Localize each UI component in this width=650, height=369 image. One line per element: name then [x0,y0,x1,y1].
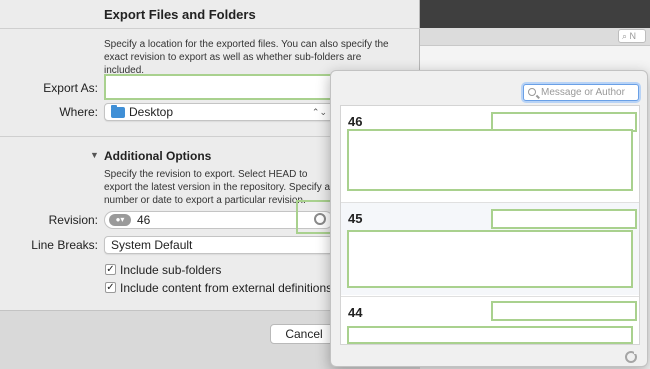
revision-number: 45 [348,211,363,226]
revision-label: Revision: [48,213,98,227]
include-subfolders-checkbox[interactable]: ✓ [105,264,116,275]
clock-icon [314,213,326,225]
include-subfolders-label: Include sub-folders [120,263,222,277]
where-value: Desktop [129,105,174,119]
background-titlebar [418,0,650,28]
background-search-placeholder: N [629,31,637,41]
search-icon [528,88,536,96]
revision-message [347,230,633,288]
line-breaks-popup[interactable]: System Default [104,236,334,254]
revision-number: 44 [348,305,363,320]
revision-message [347,129,633,191]
background-search-field[interactable]: ⌕ N [618,29,646,43]
title-divider [0,28,420,29]
export-as-label: Export As: [43,81,98,95]
revision-message [347,326,633,344]
chevron-updown-icon: ⌃⌄ [311,107,327,117]
where-popup[interactable]: Desktop ⌃⌄ [104,103,334,121]
revision-author [491,209,637,229]
line-breaks-value: System Default [111,238,193,252]
folder-icon [111,105,125,118]
revision-value: 46 [137,213,151,227]
background-toolbar [418,28,650,46]
revision-row[interactable]: 46 [341,106,639,202]
revision-list: 46 45 44 [340,105,640,345]
cancel-button[interactable]: Cancel [270,324,338,344]
revision-row[interactable]: 45 [341,203,639,295]
revision-row[interactable]: 44 [341,297,639,346]
disclosure-triangle-icon[interactable]: ▼ [90,150,99,160]
revision-token-icon: ●▾ [109,214,131,226]
additional-options-title: Additional Options [104,149,212,163]
search-placeholder: Message or Author [541,87,625,98]
revision-author [491,301,637,321]
where-label: Where: [59,105,98,119]
revision-history-popover: Message or Author 46 45 44 [330,70,648,367]
refresh-icon[interactable] [625,350,638,363]
revision-number: 46 [348,114,363,129]
export-as-field[interactable] [104,74,334,100]
message-author-search-field[interactable]: Message or Author [523,84,639,101]
sheet-title: Export Files and Folders [104,7,256,22]
include-externals-checkbox[interactable]: ✓ [105,282,116,293]
include-externals-label: Include content from external definition… [120,281,333,295]
line-breaks-label: Line Breaks: [31,238,98,252]
